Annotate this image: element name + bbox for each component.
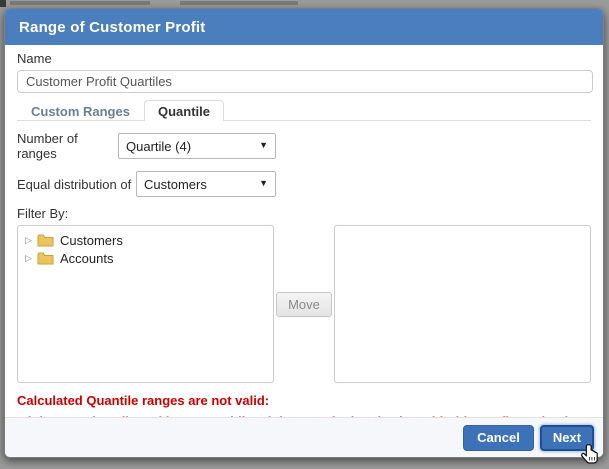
selected-items-listbox[interactable] [334, 225, 591, 383]
next-button[interactable]: Next [540, 425, 594, 451]
number-of-ranges-label: Number of ranges [17, 131, 118, 161]
tree-item-customers[interactable]: ▷ Customers [22, 231, 269, 249]
range-dialog: Range of Customer Profit Name Custom Ran… [4, 8, 604, 458]
cancel-button[interactable]: Cancel [463, 425, 534, 451]
dialog-title: Range of Customer Profit [19, 19, 205, 36]
number-of-ranges-row: Number of ranges Quartile (4) [17, 131, 591, 161]
number-of-ranges-select-wrap: Quartile (4) [118, 133, 276, 159]
dialog-footer: Cancel Next [5, 417, 603, 457]
backdrop-clipped-text [0, 0, 6, 7]
move-button[interactable]: Move [276, 292, 332, 317]
tree-item-accounts[interactable]: ▷ Accounts [22, 249, 269, 267]
equal-distribution-select-wrap: Customers [136, 171, 276, 197]
expand-arrow-icon[interactable]: ▷ [25, 253, 37, 263]
expand-arrow-icon[interactable]: ▷ [25, 235, 37, 245]
tab-custom-ranges[interactable]: Custom Ranges [17, 100, 144, 121]
validation-error-line1: Calculated Quantile ranges are not valid… [17, 393, 591, 409]
equal-distribution-select[interactable]: Customers [136, 171, 276, 197]
number-of-ranges-select[interactable]: Quartile (4) [118, 133, 276, 159]
name-label: Name [17, 52, 591, 66]
tree-item-label: Customers [60, 233, 123, 248]
tree-item-label: Accounts [60, 251, 113, 266]
equal-distribution-label: Equal distribution of [17, 177, 136, 192]
filter-by-label: Filter By: [17, 206, 591, 221]
backdrop-clipped-text [10, 1, 324, 6]
equal-distribution-row: Equal distribution of Customers [17, 171, 591, 197]
tab-quantile[interactable]: Quantile [144, 100, 224, 121]
move-column: Move [274, 225, 334, 383]
tab-bar: Custom Ranges Quantile [17, 99, 591, 121]
backdrop-clipped-text [10, 1, 150, 5]
dialog-header: Range of Customer Profit [5, 9, 603, 45]
filter-dual-list: ▷ Customers ▷ Accounts [17, 225, 591, 383]
name-input[interactable] [17, 70, 593, 93]
dialog-body: Name Custom Ranges Quantile Number of ra… [5, 45, 603, 446]
available-items-listbox[interactable]: ▷ Customers ▷ Accounts [17, 225, 274, 383]
folder-icon [37, 234, 54, 247]
folder-icon [37, 252, 54, 265]
backdrop-clipped-text [180, 1, 298, 5]
